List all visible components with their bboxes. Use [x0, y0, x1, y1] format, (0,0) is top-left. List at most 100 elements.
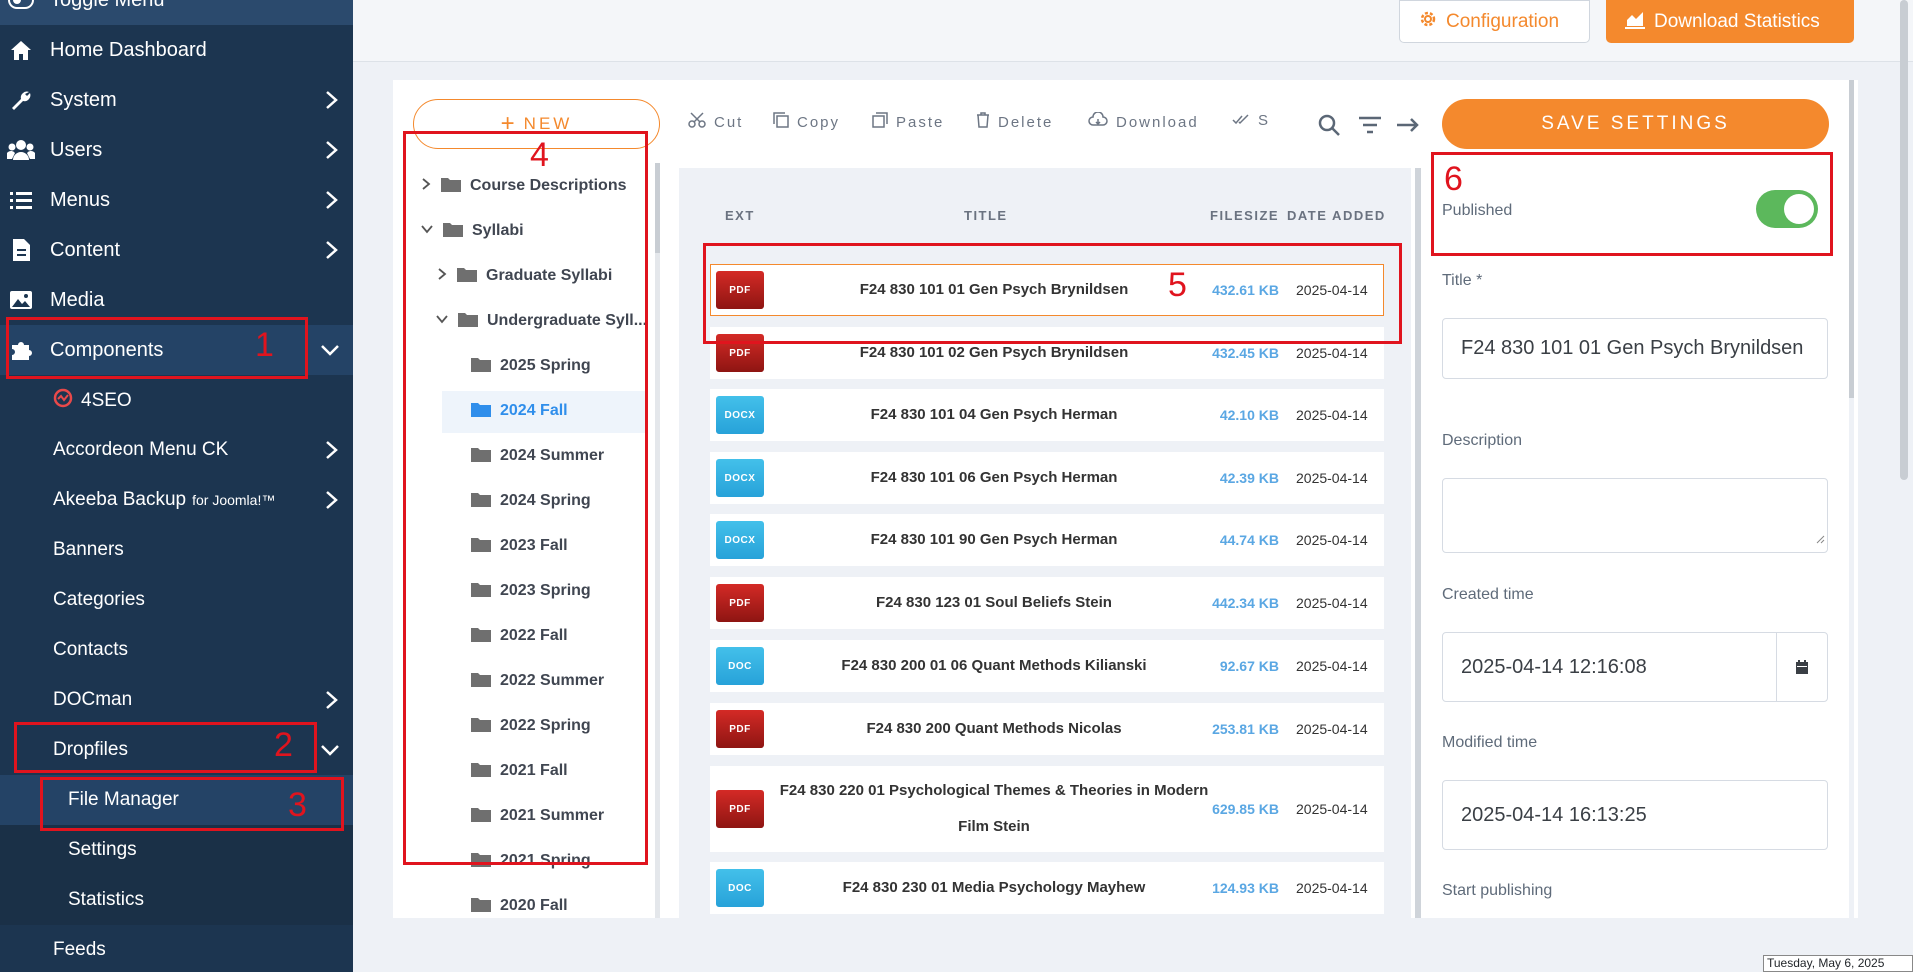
column-header-ext[interactable]: EXT	[725, 208, 755, 223]
paste-icon	[872, 112, 888, 132]
doc-file-icon: DOC	[716, 869, 764, 907]
resize-handle-icon[interactable]	[1815, 527, 1825, 550]
details-scrollbar-thumb[interactable]	[1849, 80, 1854, 398]
trash-icon	[976, 112, 990, 132]
download-button[interactable]: Download	[1088, 111, 1199, 132]
modified-time-input[interactable]: 2025-04-14 16:13:25	[1442, 780, 1828, 850]
file-date: 2025-04-14	[1296, 880, 1368, 896]
sidebar-item-home-dashboard[interactable]: Home Dashboard	[0, 25, 353, 75]
annotation-box-5	[703, 243, 1402, 344]
sidebar-item-docman[interactable]: DOCman	[0, 675, 353, 725]
sidebar-item-banners[interactable]: Banners	[0, 525, 353, 575]
sidebar-item-categories[interactable]: Categories	[0, 575, 353, 625]
title-input[interactable]: F24 830 101 01 Gen Psych Brynildsen	[1442, 318, 1828, 379]
calendar-icon[interactable]	[1776, 633, 1827, 701]
docx-file-icon: DOCX	[716, 521, 764, 559]
column-header-title[interactable]: TITLE	[964, 208, 1008, 223]
chevron-down-icon	[319, 339, 341, 367]
chevron-right-icon	[321, 489, 341, 517]
sidebar-item-statistics[interactable]: Statistics	[0, 875, 353, 925]
file-date: 2025-04-14	[1296, 532, 1368, 548]
sidebar-item-label: Menus	[50, 188, 111, 211]
cut-button[interactable]: Cut	[688, 112, 743, 132]
sidebar-item-label: Home Dashboard	[50, 38, 207, 61]
configuration-label: Configuration	[1446, 10, 1560, 32]
annotation-box-2	[14, 722, 317, 773]
copy-label: Copy	[797, 113, 841, 131]
file-size: 92.67 KB	[1219, 658, 1279, 674]
filter-icon[interactable]	[1358, 115, 1382, 140]
tree-scrollbar-track[interactable]	[655, 163, 660, 918]
pdf-file-icon: PDF	[716, 584, 764, 622]
copy-button[interactable]: Copy	[773, 112, 840, 132]
save-settings-button[interactable]: SAVE SETTINGS	[1442, 99, 1829, 149]
file-size: 124.93 KB	[1212, 880, 1279, 896]
sidebar-item-suffix: for Joomla!™	[192, 492, 276, 508]
sidebar-item-4seo[interactable]: 4SEO	[0, 376, 353, 426]
tree-item-2020-fall[interactable]: 2020 Fall	[470, 886, 568, 926]
chevron-down-icon	[319, 739, 341, 767]
chevron-right-icon	[321, 689, 341, 717]
file-size: 629.85 KB	[1212, 801, 1279, 817]
users-icon	[0, 139, 40, 161]
file-row[interactable]: DOCX F24 830 101 90 Gen Psych Herman 44.…	[710, 514, 1384, 566]
sidebar-item-accordeon-menu-ck[interactable]: Accordeon Menu CK	[0, 425, 353, 475]
file-row[interactable]: PDF F24 830 220 01 Psychological Themes …	[710, 766, 1384, 852]
column-header-date-added[interactable]: DATE ADDED	[1287, 208, 1386, 223]
file-size: 253.81 KB	[1212, 721, 1279, 737]
file-title: F24 830 220 01 Psychological Themes & Th…	[779, 782, 1209, 835]
sidebar-item-label: DOCman	[53, 689, 133, 710]
docx-file-icon: DOCX	[716, 396, 764, 434]
tree-scrollbar-thumb[interactable]	[655, 163, 660, 253]
sidebar-item-contacts[interactable]: Contacts	[0, 625, 353, 675]
search-icon[interactable]	[1317, 113, 1341, 142]
toggle-menu-button[interactable]: Toggle Menu	[0, 0, 353, 25]
paste-button[interactable]: Paste	[872, 112, 944, 132]
file-title: F24 830 200 Quant Methods Nicolas	[866, 720, 1122, 737]
select-button[interactable]: S	[1232, 112, 1270, 129]
configuration-button[interactable]: Configuration	[1399, 0, 1590, 43]
column-header-filesize[interactable]: FILESIZE	[1210, 208, 1279, 223]
file-size: 42.10 KB	[1219, 407, 1279, 423]
file-row[interactable]: DOCX F24 830 101 06 Gen Psych Herman 42.…	[710, 452, 1384, 504]
sidebar-item-label: Feeds	[53, 939, 106, 960]
delete-button[interactable]: Delete	[976, 112, 1053, 132]
sidebar-item-feeds[interactable]: Feeds	[0, 925, 353, 972]
file-list-scrollbar[interactable]	[1415, 168, 1421, 918]
file-row[interactable]: DOC F24 830 230 01 Media Psychology Mayh…	[710, 862, 1384, 914]
cut-label: Cut	[714, 113, 744, 131]
download-statistics-button[interactable]: Download Statistics	[1606, 0, 1854, 43]
sidebar-item-content[interactable]: Content	[0, 225, 353, 275]
sidebar-item-label: 4SEO	[81, 390, 132, 411]
file-date: 2025-04-14	[1296, 407, 1368, 423]
sidebar-item-akeeba-backup[interactable]: Akeeba Backup for Joomla!™	[0, 475, 353, 525]
sidebar-item-system[interactable]: System	[0, 75, 353, 125]
annotation-number-5: 5	[1168, 266, 1187, 304]
arrow-right-icon[interactable]	[1396, 116, 1420, 139]
taskbar-date: Tuesday, May 6, 2025	[1763, 955, 1913, 972]
sidebar-item-label: System	[50, 88, 117, 111]
file-row[interactable]: DOCX F24 830 101 04 Gen Psych Herman 42.…	[710, 389, 1384, 441]
modified-time-label: Modified time	[1442, 734, 1538, 751]
file-date: 2025-04-14	[1296, 595, 1368, 611]
sidebar-item-menus[interactable]: Menus	[0, 175, 353, 225]
created-time-input[interactable]: 2025-04-14 12:16:08	[1442, 632, 1828, 702]
tree-item-label: 2020 Fall	[500, 897, 568, 914]
file-row[interactable]: PDF F24 830 200 Quant Methods Nicolas 25…	[710, 703, 1384, 755]
file-title: F24 830 101 06 Gen Psych Herman	[870, 469, 1118, 486]
folder-icon	[470, 895, 492, 918]
page-scrollbar[interactable]	[1900, 0, 1908, 480]
chart-icon	[1624, 9, 1646, 35]
annotation-box-4	[403, 131, 648, 865]
chevron-right-icon	[321, 139, 341, 167]
file-row[interactable]: DOC F24 830 200 01 06 Quant Methods Kili…	[710, 640, 1384, 692]
docx-file-icon: DOCX	[716, 459, 764, 497]
description-textarea[interactable]	[1442, 478, 1828, 553]
file-row[interactable]: PDF F24 830 123 01 Soul Beliefs Stein 44…	[710, 577, 1384, 629]
file-date: 2025-04-14	[1296, 658, 1368, 674]
file-icon	[0, 238, 40, 262]
sidebar-item-users[interactable]: Users	[0, 125, 353, 175]
sidebar-item-settings[interactable]: Settings	[0, 825, 353, 875]
sidebar-item-label: Contacts	[53, 639, 128, 660]
pdf-file-icon: PDF	[716, 790, 764, 828]
